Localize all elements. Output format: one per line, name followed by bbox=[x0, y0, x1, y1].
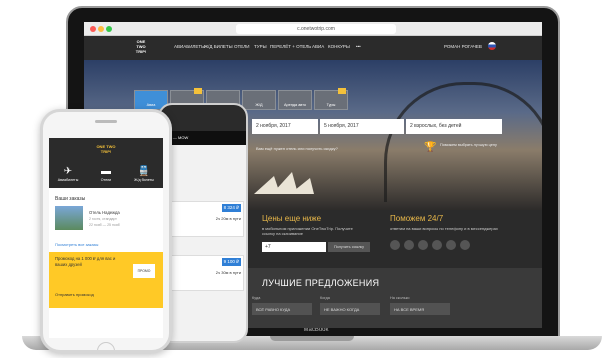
price-desc: в мобильном приложении OneTwoTrip. Получ… bbox=[262, 226, 353, 236]
viber-icon[interactable] bbox=[446, 240, 456, 250]
nav-flight-hotel[interactable]: ПЕРЕЛЁТ + ОТЕЛЬ bbox=[270, 44, 311, 49]
phone-speaker bbox=[95, 120, 117, 123]
nav-avia-2[interactable]: АВИА bbox=[312, 44, 324, 49]
tab-label: Туры bbox=[326, 103, 336, 107]
browser-toolbar: c.onetwotrip.com bbox=[84, 22, 542, 36]
service-avia[interactable]: Авиабилеты bbox=[53, 178, 83, 182]
promo-badge-text: Поможем выбрать лучшую цену bbox=[440, 143, 497, 147]
messenger-icon[interactable] bbox=[432, 240, 442, 250]
hotel-dates: 22 нояб — 25 нояб bbox=[89, 223, 120, 227]
orders-title: Ваши заказы bbox=[55, 196, 86, 202]
promo-badge-icon bbox=[338, 88, 346, 94]
flight-card[interactable]: 9 100 ₽ 2ч 30м в пути bbox=[166, 255, 244, 291]
nav-hotels[interactable]: ОТЕЛИ bbox=[234, 44, 249, 49]
promo-code: ПРОМО bbox=[133, 264, 155, 278]
promo-question[interactable]: Вам ещё нужен отель или получить скидку? bbox=[256, 146, 338, 151]
flight-price: 8 324 ₽ bbox=[221, 204, 241, 212]
phone-front: ONE TWO TRIP! ✈ ▬ 🚆 Авиабилеты Отели Ж/д… bbox=[40, 109, 172, 353]
flight-card[interactable]: 8 324 ₽ 2ч 20м в пути bbox=[166, 201, 244, 237]
filter-label-where: Куда bbox=[252, 296, 261, 300]
address-bar[interactable]: c.onetwotrip.com bbox=[236, 24, 396, 34]
nav-rail[interactable]: Ж/Д БИЛЕТЫ bbox=[204, 44, 233, 49]
nav-tours[interactable]: ТУРЫ bbox=[254, 44, 267, 49]
hotel-name[interactable]: Отель Надежда bbox=[89, 210, 120, 215]
phone-input[interactable]: +7 bbox=[262, 242, 326, 252]
nav-contests[interactable]: КОНКУРЫ bbox=[328, 44, 350, 49]
phone-icon[interactable] bbox=[390, 240, 400, 250]
nav-avia[interactable]: АВИАБИЛЕТЫ bbox=[174, 44, 205, 49]
tab-label: Аренда авто bbox=[283, 103, 307, 107]
help-title: Поможем 24/7 bbox=[390, 214, 444, 223]
hotel-sub: 2 гостя, стандарт bbox=[89, 217, 117, 221]
help-desc: ответим на ваши вопросы по телефону и в … bbox=[390, 226, 498, 231]
filter-when[interactable]: НЕ ВАЖНО КОГДА bbox=[320, 303, 380, 315]
nav-more[interactable]: ••• bbox=[356, 44, 361, 49]
bed-icon[interactable]: ▬ bbox=[91, 166, 121, 177]
phone-front-screen: ONE TWO TRIP! ✈ ▬ 🚆 Авиабилеты Отели Ж/д… bbox=[49, 138, 163, 338]
tab-label: Авиа bbox=[146, 103, 156, 107]
opera-house-illustration bbox=[254, 172, 314, 194]
train-icon[interactable]: 🚆 bbox=[129, 166, 159, 177]
phone-back-header bbox=[160, 105, 246, 131]
airplane-icon[interactable]: ✈ bbox=[53, 166, 83, 177]
telegram-icon[interactable] bbox=[418, 240, 428, 250]
vk-icon[interactable] bbox=[404, 240, 414, 250]
tab-car-rental[interactable]: Аренда авто bbox=[278, 90, 312, 110]
phone-back-route[interactable]: LED — MOW bbox=[160, 131, 246, 145]
app-logo: ONE TWO TRIP! bbox=[96, 144, 116, 154]
filter-where[interactable]: ВСЁ РАВНО КУДА bbox=[252, 303, 312, 315]
guests-field[interactable]: 2 взрослых, без детей bbox=[406, 119, 502, 134]
filter-label-duration: На сколько bbox=[390, 296, 410, 300]
date-from-field[interactable]: 2 ноября, 2017 bbox=[252, 119, 318, 134]
service-hotels[interactable]: Отели bbox=[91, 178, 121, 182]
minimize-window-icon[interactable] bbox=[98, 26, 104, 32]
price-title: Цены еще ниже bbox=[262, 214, 322, 223]
all-orders-link[interactable]: Посмотреть все заказы bbox=[55, 242, 98, 247]
flight-price: 9 100 ₽ bbox=[221, 258, 241, 266]
filter-label-when: Когда bbox=[320, 296, 330, 300]
service-rail[interactable]: Ж/д билеты bbox=[129, 178, 159, 182]
tab-rail[interactable]: Ж/Д bbox=[242, 90, 276, 110]
promo-text: Промокод на 1 000 ₽ для вас и ваших друз… bbox=[55, 256, 116, 267]
user-name[interactable]: РОМАН РОГАЧЕВ bbox=[444, 44, 482, 49]
send-promo-button[interactable]: Отправить промокод bbox=[55, 292, 94, 297]
flight-info: 2ч 20м в пути bbox=[215, 216, 241, 221]
language-flag-icon[interactable] bbox=[488, 42, 496, 50]
close-window-icon[interactable] bbox=[90, 26, 96, 32]
home-button[interactable] bbox=[97, 342, 115, 350]
filter-duration[interactable]: НА ВСЕ ВРЕМЯ bbox=[390, 303, 450, 315]
get-link-button[interactable]: Получить ссылку bbox=[328, 242, 370, 252]
trophy-icon: 🏆 bbox=[424, 142, 437, 153]
date-to-field[interactable]: 5 ноября, 2017 bbox=[320, 119, 404, 134]
laptop-notch bbox=[270, 336, 354, 341]
whatsapp-icon[interactable] bbox=[460, 240, 470, 250]
offers-title: ЛУЧШИЕ ПРЕДЛОЖЕНИЯ bbox=[262, 278, 380, 288]
hotel-thumbnail[interactable] bbox=[55, 206, 83, 230]
maximize-window-icon[interactable] bbox=[106, 26, 112, 32]
promo-badge-icon bbox=[194, 88, 202, 94]
tab-label: Ж/Д bbox=[255, 103, 263, 107]
flight-info: 2ч 30м в пути bbox=[215, 270, 241, 275]
site-logo[interactable]: ONE TWO TRIP! bbox=[132, 39, 150, 55]
